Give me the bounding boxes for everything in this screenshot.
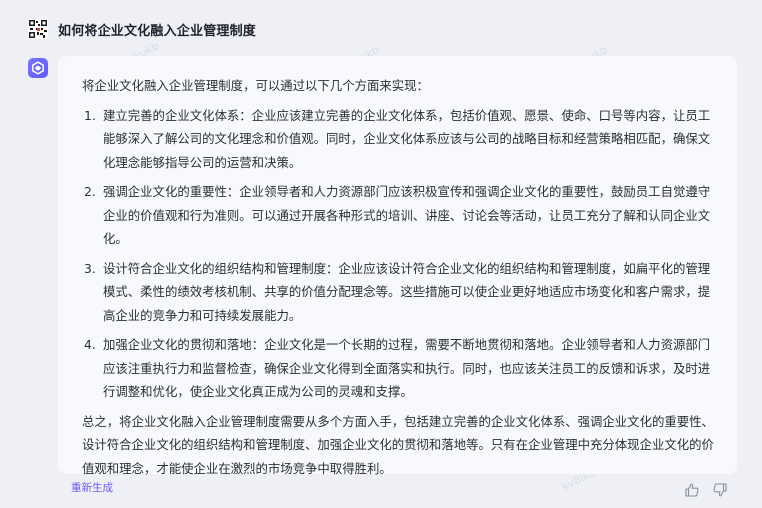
list-item: 2. 强调企业文化的重要性：企业领导者和人力资源部门应该积极宣传和强调企业文化的… (82, 180, 715, 251)
thumbs-down-icon (713, 483, 727, 497)
list-item: 1. 建立完善的企业文化体系：企业应该建立完善的企业文化体系，包括价值观、愿景、… (82, 104, 715, 175)
list-item-text: 强调企业文化的重要性：企业领导者和人力资源部门应该积极宣传和强调企业文化的重要性… (103, 184, 711, 246)
answer-bubble: 将企业文化融入企业管理制度，可以通过以下几个方面来实现： 1. 建立完善的企业文… (58, 56, 737, 476)
user-message: 如何将企业文化融入企业管理制度 (28, 18, 256, 40)
list-item-number: 4. (84, 337, 96, 352)
list-item-number: 2. (84, 184, 96, 199)
cube-logo-icon (32, 61, 44, 75)
user-avatar (28, 19, 48, 39)
answer-list: 1. 建立完善的企业文化体系：企业应该建立完善的企业文化体系，包括价值观、愿景、… (82, 104, 715, 404)
regenerate-button[interactable]: 重新生成 (71, 480, 113, 495)
list-item-text: 建立完善的企业文化体系：企业应该建立完善的企业文化体系，包括价值观、愿景、使命、… (103, 107, 711, 170)
qr-avatar-icon (28, 19, 48, 39)
list-item-text: 加强企业文化的贯彻和落地：企业文化是一个长期的过程，需要不断地贯彻和落地。企业领… (103, 337, 711, 399)
assistant-avatar (28, 58, 48, 78)
answer-summary: 总之，将企业文化融入企业管理制度需要从多个方面入手，包括建立完善的企业文化体系、… (82, 413, 714, 476)
question-text: 如何将企业文化融入企业管理制度 (58, 23, 257, 39)
list-item-text: 设计符合企业文化的组织结构和管理制度：企业应该设计符合企业文化的组织结构和管理制… (103, 260, 711, 323)
list-item: 4. 加强企业文化的贯彻和落地：企业文化是一个长期的过程，需要不断地贯彻和落地。… (82, 333, 715, 404)
list-item-number: 3. (84, 260, 96, 276)
list-item-number: 1. (84, 107, 96, 123)
dislike-button[interactable] (712, 482, 728, 498)
thumbs-up-icon (685, 483, 699, 497)
answer-intro: 将企业文化融入企业管理制度，可以通过以下几个方面来实现： (82, 78, 429, 93)
list-item: 3. 设计符合企业文化的组织结构和管理制度：企业应该设计符合企业文化的组织结构和… (82, 257, 715, 328)
like-button[interactable] (684, 482, 700, 498)
